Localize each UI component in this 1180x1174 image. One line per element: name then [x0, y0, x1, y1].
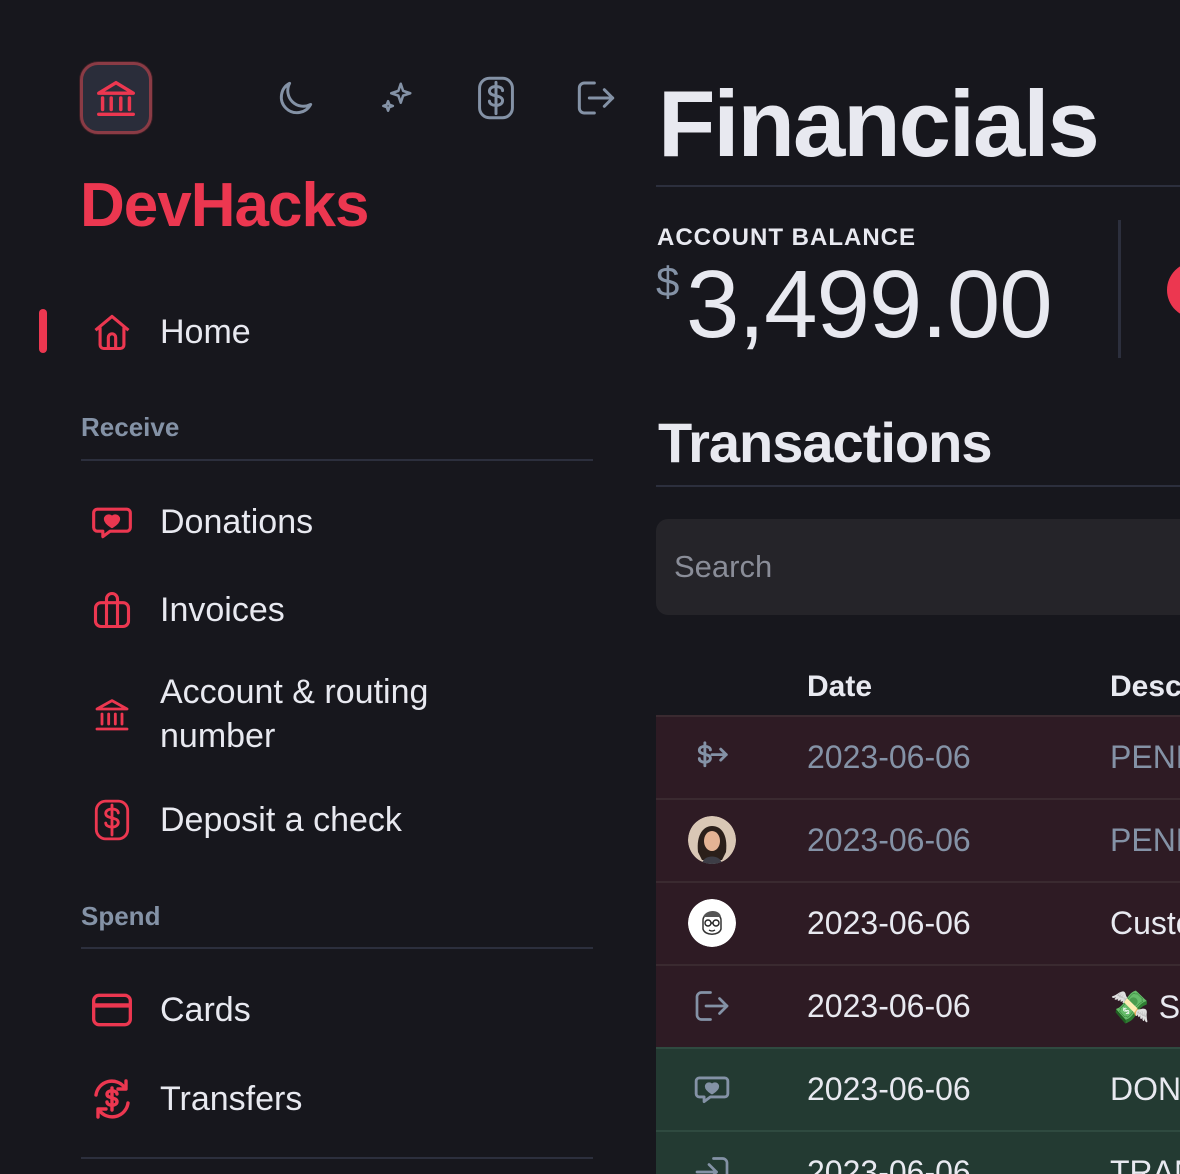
sidebar: DevHacks Home Receive Donations Invoices… [0, 0, 620, 1174]
sidebar-item-label: Account & routing number [160, 673, 429, 755]
stat-indicator [1167, 262, 1180, 318]
table-row[interactable]: 2023-06-06 PEND [656, 798, 1180, 881]
balance-amount: 3,499.00 [686, 251, 1053, 358]
stats-divider [1118, 220, 1121, 358]
section-heading-receive: Receive [81, 412, 180, 442]
org-logo[interactable] [80, 62, 152, 134]
page-title: Financials [658, 71, 1100, 176]
briefcase-icon [88, 586, 136, 634]
sidebar-item-deposit-check[interactable]: Deposit a check [88, 796, 402, 844]
sidebar-item-transfers[interactable]: Transfers [88, 1075, 302, 1123]
transaction-date: 2023-06-06 [807, 905, 971, 941]
dollar-icon[interactable] [472, 72, 520, 124]
transaction-description: PEND [1110, 739, 1180, 775]
section-divider [81, 459, 593, 461]
transaction-description: 💸 Sa [1110, 989, 1180, 1025]
table-row[interactable]: 2023-06-06 💸 Sa [656, 964, 1180, 1047]
sidebar-item-invoices[interactable]: Invoices [88, 586, 285, 634]
table-row[interactable]: 2023-06-06 DON [656, 1047, 1180, 1130]
main-content: Financials ACCOUNT BALANCE $ 3,499.00 Tr… [656, 0, 1180, 1174]
transaction-date: 2023-06-06 [807, 1154, 971, 1174]
donation-icon [688, 1065, 736, 1113]
transactions-table: 2023-06-06 PEND 2023-06-06 PEND [656, 715, 1180, 1174]
app: DevHacks Home Receive Donations Invoices… [0, 0, 1180, 1174]
section-heading-spend: Spend [81, 901, 161, 931]
org-name: DevHacks [80, 171, 369, 240]
sidebar-item-label: Transfers [160, 1080, 303, 1118]
title-divider [656, 185, 1180, 187]
transaction-date: 2023-06-06 [807, 822, 971, 858]
table-row[interactable]: 2023-06-06 PEND [656, 715, 1180, 798]
transaction-date: 2023-06-06 [807, 1071, 971, 1107]
sidebar-item-donations[interactable]: Donations [88, 498, 313, 546]
home-icon [88, 308, 136, 356]
sidebar-item-home[interactable]: Home [88, 308, 251, 356]
transaction-description: Custo [1110, 905, 1180, 941]
avatar-woman [688, 816, 736, 864]
section-divider [81, 1157, 593, 1159]
dollar-icon [88, 796, 136, 844]
login-icon [688, 1148, 736, 1174]
card-icon [88, 986, 136, 1034]
sparkles-icon[interactable] [372, 72, 420, 124]
transaction-description: DON [1110, 1071, 1180, 1107]
transaction-date: 2023-06-06 [807, 739, 971, 775]
balance-label: ACCOUNT BALANCE [657, 224, 916, 251]
sidebar-top-actions [272, 72, 620, 124]
moon-icon[interactable] [272, 72, 320, 124]
table-header: Date Desc [656, 660, 1180, 716]
transaction-description: PEND [1110, 822, 1180, 858]
sidebar-item-label: Home [160, 313, 251, 351]
active-indicator [39, 309, 47, 353]
bank-icon [88, 690, 136, 738]
sidebar-item-label: Deposit a check [160, 801, 402, 839]
donation-icon [88, 498, 136, 546]
sidebar-item-label: Cards [160, 991, 251, 1029]
table-row[interactable]: 2023-06-06 TRAN [656, 1130, 1180, 1174]
sidebar-item-cards[interactable]: Cards [88, 986, 251, 1034]
avatar-sketch [688, 899, 736, 947]
search-input[interactable] [656, 519, 1180, 615]
transactions-title: Transactions [658, 411, 992, 474]
bank-icon [97, 80, 135, 117]
logout-icon [688, 982, 736, 1030]
transfer-out-icon [688, 733, 736, 781]
sidebar-item-label: Donations [160, 503, 314, 541]
transaction-date: 2023-06-06 [807, 988, 971, 1024]
transactions-divider [656, 485, 1180, 487]
logout-icon[interactable] [572, 72, 620, 124]
sidebar-item-account-routing[interactable]: Account & routing number [88, 670, 500, 758]
table-row[interactable]: 2023-06-06 Custo [656, 881, 1180, 964]
transaction-description: TRAN [1110, 1154, 1180, 1174]
column-header-description[interactable]: Desc [1110, 670, 1180, 704]
balance-currency: $ [656, 258, 680, 305]
transfer-icon [88, 1075, 136, 1123]
sidebar-item-label: Invoices [160, 591, 285, 629]
column-header-date[interactable]: Date [807, 670, 872, 704]
section-divider [81, 947, 593, 949]
